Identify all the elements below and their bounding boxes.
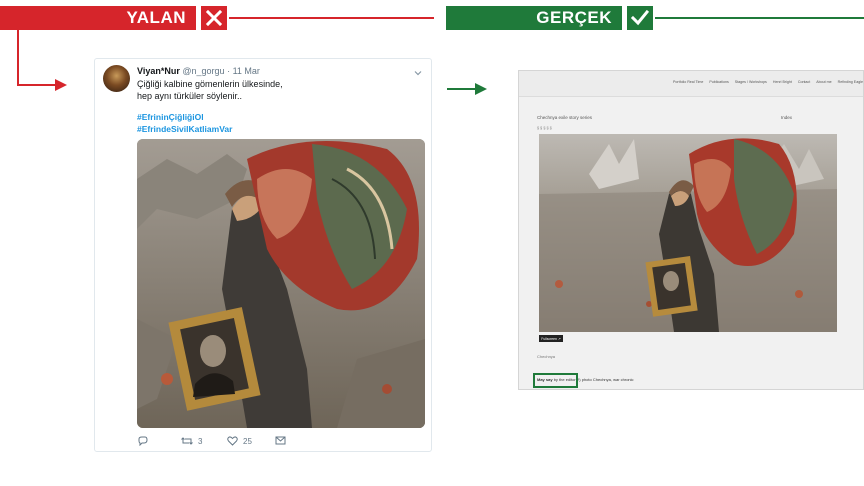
tweet-text-line: Çiğliği kalbine gömenlerin ülkesinde, (137, 79, 283, 89)
site-navigation: Portfolio Real Time Publications Stages / … (519, 71, 863, 97)
reply-icon (138, 436, 148, 446)
site-nav-item[interactable]: Contact (798, 80, 810, 84)
site-nav-item[interactable]: Portfolio Real Time (673, 80, 703, 84)
highlight-box (533, 373, 578, 388)
true-divider-line (655, 17, 864, 19)
hashtag-link[interactable]: #EfrininÇiğliğiOl (137, 111, 232, 123)
false-label: YALAN (0, 6, 196, 30)
site-nav-item[interactable]: Refinding Eagle (838, 80, 863, 84)
tweet-text-line: hep aynı türküler söylenir.. (137, 91, 243, 101)
source-website-screenshot: Portfolio Real Time Publications Stages / … (518, 70, 864, 390)
retweet-icon (181, 437, 193, 445)
check-mark-icon (627, 6, 653, 30)
red-connector-line (17, 30, 19, 85)
site-nav-item[interactable]: Publications (709, 80, 728, 84)
avatar[interactable] (103, 65, 130, 92)
tweet-author-name[interactable]: Viyan*Nur (137, 66, 180, 76)
tweet-text: Çiğliği kalbine gömenlerin ülkesinde, he… (137, 78, 283, 102)
green-arrow-icon (475, 83, 487, 95)
mail-icon (275, 436, 286, 445)
tweet-hashtags: #EfrininÇiğliğiOl #EfrindeSivilKatliamVa… (137, 111, 232, 135)
hashtag-link[interactable]: #EfrindeSivilKatliamVar (137, 123, 232, 135)
site-nav-item[interactable]: Henri Bright (773, 80, 792, 84)
red-connector-line (17, 84, 57, 86)
retweet-button[interactable]: 3 (181, 436, 202, 446)
site-nav-items: Portfolio Real Time Publications Stages / … (673, 80, 863, 84)
site-page-title: Chechnya exile story series (537, 115, 593, 120)
like-count: 25 (243, 436, 252, 446)
site-index-link[interactable]: Index (781, 115, 792, 120)
site-nav-item[interactable]: Stages / Workshops (735, 80, 767, 84)
site-category[interactable]: Chechnya (537, 354, 555, 359)
tweet-card: Viyan*Nur @n_gorgu · 11 Mar Çiğliği kalb… (94, 58, 432, 452)
false-divider-line (229, 17, 434, 19)
site-nav-item[interactable]: About me (816, 80, 831, 84)
separator-dot: · (227, 66, 231, 76)
red-arrow-icon (55, 79, 67, 91)
fullscreen-button[interactable]: Fullscreen ↗ (539, 335, 563, 342)
like-button[interactable]: 25 (227, 436, 252, 446)
share-button[interactable] (275, 436, 286, 445)
chevron-down-icon[interactable] (413, 65, 423, 76)
tweet-author-handle[interactable]: @n_gorgu (182, 66, 224, 76)
tweet-date[interactable]: 11 Mar (233, 66, 260, 76)
retweet-count: 3 (198, 436, 203, 446)
site-subtitle: § § § § § (537, 126, 552, 130)
heart-icon (227, 436, 238, 446)
tweet-photo[interactable] (137, 139, 425, 428)
caption-text: photo Chechnya, war chronic (581, 377, 634, 382)
tweet-actions: 3 25 (137, 436, 317, 448)
original-photo[interactable] (539, 134, 837, 332)
tweet-header: Viyan*Nur @n_gorgu · 11 Mar (137, 66, 260, 76)
x-mark-icon (201, 6, 227, 30)
green-connector-line (447, 88, 477, 90)
reply-button[interactable] (137, 436, 153, 446)
true-label: GERÇEK (446, 6, 622, 30)
